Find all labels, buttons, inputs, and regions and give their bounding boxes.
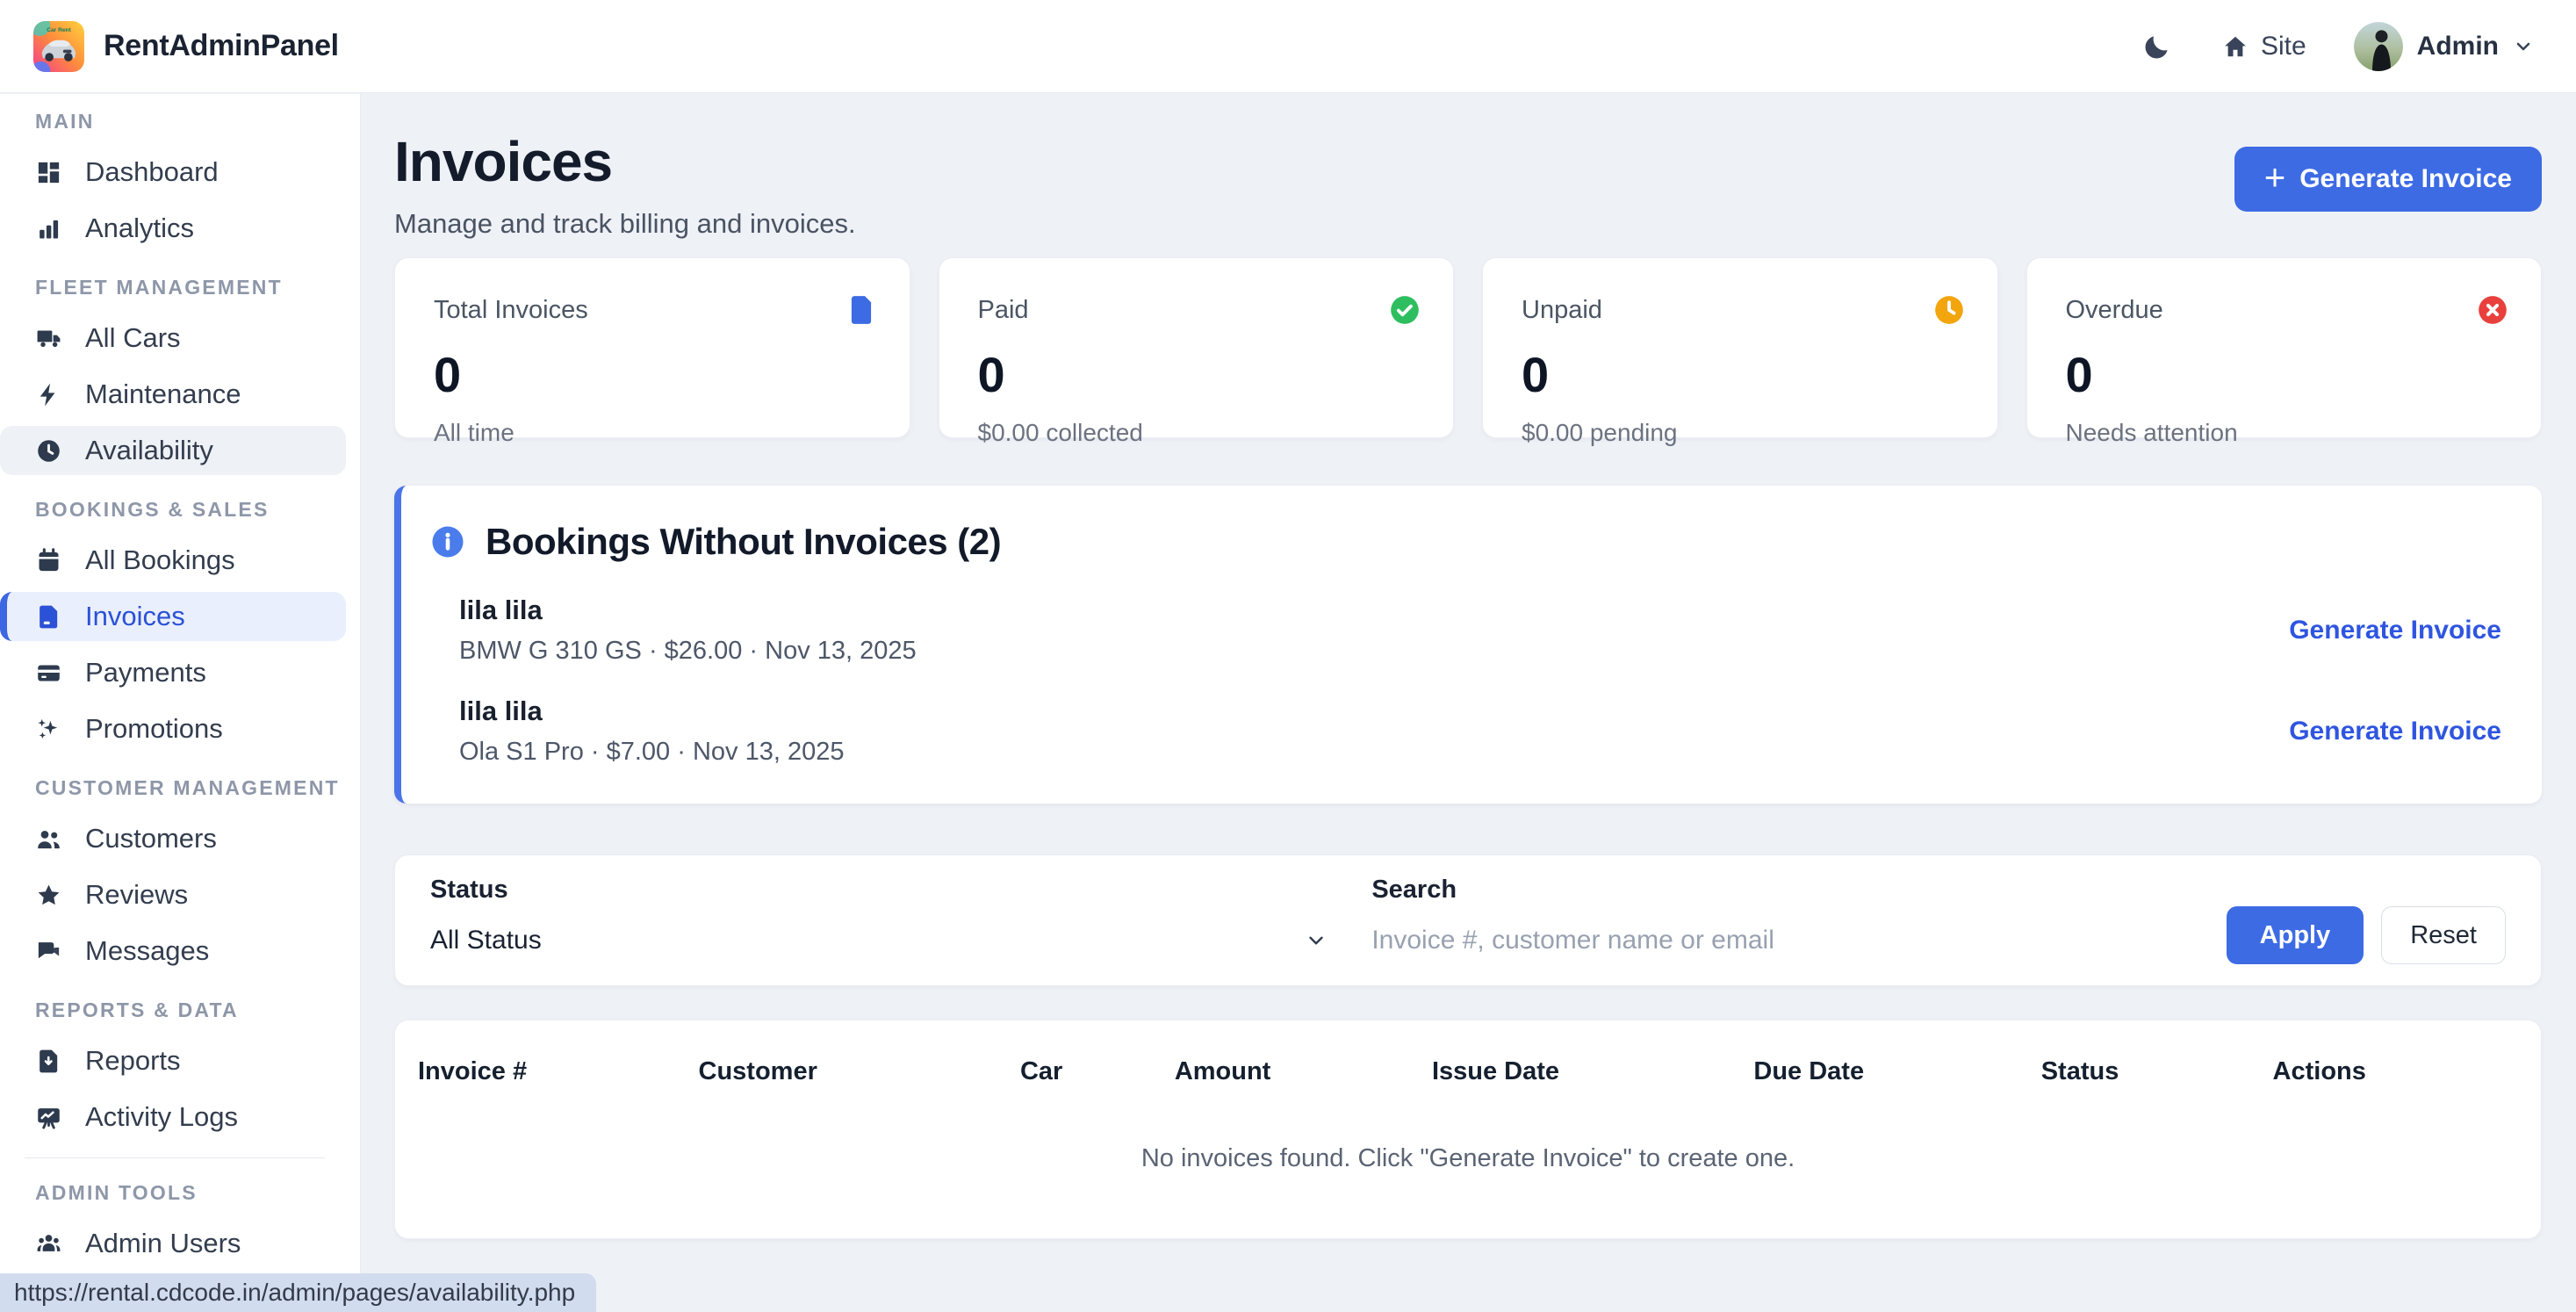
stat-card-overdue: Overdue 0 Needs attention bbox=[2026, 257, 2543, 438]
column-header-customer: Customer bbox=[699, 1057, 1020, 1086]
sidebar-section-customers: CUSTOMER MANAGEMENT bbox=[35, 776, 360, 800]
report-file-icon bbox=[35, 1048, 62, 1075]
booking-details: Ola S1 Pro · $7.00 · Nov 13, 2025 bbox=[459, 738, 844, 767]
invoice-file-icon bbox=[35, 603, 62, 631]
sidebar: MAIN Dashboard Analytics FLEET MANAGEMEN… bbox=[0, 94, 361, 1312]
bolt-icon bbox=[35, 381, 62, 408]
booking-row: lila lila Ola S1 Pro · $7.00 · Nov 13, 2… bbox=[459, 696, 2501, 767]
invoices-table: Invoice # Customer Car Amount Issue Date… bbox=[394, 1020, 2542, 1239]
page-title: Invoices bbox=[394, 129, 856, 194]
plus-icon: + bbox=[2264, 159, 2286, 196]
sidebar-item-reviews[interactable]: Reviews bbox=[0, 870, 346, 919]
invoice-file-icon bbox=[845, 293, 878, 327]
generate-invoice-button[interactable]: + Generate Invoice bbox=[2234, 147, 2542, 212]
sidebar-item-messages[interactable]: Messages bbox=[0, 926, 346, 976]
check-circle-icon bbox=[1388, 293, 1421, 327]
chevron-down-icon bbox=[1305, 929, 1328, 952]
sidebar-item-activity-logs[interactable]: Activity Logs bbox=[0, 1092, 346, 1142]
dark-mode-toggle[interactable] bbox=[2140, 29, 2175, 64]
booking-details: BMW G 310 GS · $26.00 · Nov 13, 2025 bbox=[459, 637, 917, 666]
sidebar-section-reports: REPORTS & DATA bbox=[35, 998, 360, 1022]
column-header-amount: Amount bbox=[1175, 1057, 1432, 1086]
clock-icon bbox=[35, 437, 62, 465]
sidebar-item-maintenance[interactable]: Maintenance bbox=[0, 370, 346, 419]
sidebar-item-reports[interactable]: Reports bbox=[0, 1036, 346, 1085]
sidebar-item-dashboard[interactable]: Dashboard bbox=[0, 148, 346, 197]
home-icon bbox=[2222, 33, 2249, 60]
app-logo-icon: Car Rent bbox=[33, 21, 84, 72]
stat-card-unpaid: Unpaid 0 $0.00 pending bbox=[1482, 257, 1998, 438]
bookings-panel-title: Bookings Without Invoices (2) bbox=[486, 521, 1001, 563]
sidebar-divider bbox=[25, 1157, 325, 1158]
sidebar-item-payments[interactable]: Payments bbox=[0, 648, 346, 697]
svg-text:Car Rent: Car Rent bbox=[47, 27, 71, 33]
sidebar-section-main: MAIN bbox=[35, 110, 360, 133]
search-input[interactable] bbox=[1371, 924, 2187, 957]
bar-chart-icon bbox=[35, 215, 62, 242]
brand: Car Rent RentAdminPanel bbox=[33, 21, 339, 72]
moon-icon bbox=[2142, 32, 2172, 61]
status-filter-label: Status bbox=[430, 876, 1333, 905]
link-preview-statusbar: https://rental.cdcode.in/admin/pages/ava… bbox=[0, 1273, 596, 1312]
booking-customer-name: lila lila bbox=[459, 696, 844, 727]
sidebar-item-all-bookings[interactable]: All Bookings bbox=[0, 536, 346, 585]
booking-customer-name: lila lila bbox=[459, 595, 917, 626]
user-menu[interactable]: Admin bbox=[2354, 22, 2534, 71]
stat-card-paid: Paid 0 $0.00 collected bbox=[939, 257, 1455, 438]
people-group-icon bbox=[35, 1230, 62, 1258]
column-header-due-date: Due Date bbox=[1753, 1057, 2040, 1086]
table-empty-message: No invoices found. Click "Generate Invoi… bbox=[418, 1144, 2518, 1173]
chevron-down-icon bbox=[2513, 36, 2534, 57]
booking-row: lila lila BMW G 310 GS · $26.00 · Nov 13… bbox=[459, 595, 2501, 666]
site-link[interactable]: Site bbox=[2222, 32, 2306, 61]
generate-invoice-link[interactable]: Generate Invoice bbox=[2289, 616, 2501, 645]
stats-row: Total Invoices 0 All time Paid 0 $0.00 c… bbox=[394, 257, 2542, 438]
sidebar-item-invoices[interactable]: Invoices bbox=[0, 592, 346, 641]
stat-card-total-invoices: Total Invoices 0 All time bbox=[394, 257, 910, 438]
sidebar-item-customers[interactable]: Customers bbox=[0, 814, 346, 863]
column-header-invoice-number: Invoice # bbox=[418, 1057, 699, 1086]
sidebar-item-admin-users[interactable]: Admin Users bbox=[0, 1219, 346, 1268]
vehicle-icon bbox=[35, 325, 62, 352]
user-name: Admin bbox=[2417, 32, 2499, 61]
info-icon bbox=[429, 523, 466, 560]
sidebar-section-fleet: FLEET MANAGEMENT bbox=[35, 276, 360, 299]
sidebar-item-all-cars[interactable]: All Cars bbox=[0, 314, 346, 363]
table-header-row: Invoice # Customer Car Amount Issue Date… bbox=[418, 1057, 2518, 1086]
credit-card-icon bbox=[35, 660, 62, 687]
main-content: Invoices Manage and track billing and in… bbox=[362, 94, 2576, 1312]
sidebar-item-availability[interactable]: Availability bbox=[0, 426, 346, 475]
sparkles-icon bbox=[35, 716, 62, 743]
generate-invoice-link[interactable]: Generate Invoice bbox=[2289, 717, 2501, 746]
people-icon bbox=[35, 825, 62, 853]
calendar-icon bbox=[35, 547, 62, 574]
avatar bbox=[2354, 22, 2403, 71]
sidebar-section-bookings: BOOKINGS & SALES bbox=[35, 498, 360, 522]
bookings-without-invoices-panel: Bookings Without Invoices (2) lila lila … bbox=[394, 486, 2542, 804]
status-select[interactable]: All Status bbox=[430, 924, 1333, 957]
clock-icon bbox=[1932, 293, 1966, 327]
column-header-car: Car bbox=[1020, 1057, 1175, 1086]
site-label: Site bbox=[2261, 32, 2306, 61]
dashboard-icon bbox=[35, 159, 62, 186]
activity-board-icon bbox=[35, 1104, 62, 1131]
sidebar-section-admin: ADMIN TOOLS bbox=[35, 1181, 360, 1205]
top-header: Car Rent RentAdminPanel Site bbox=[0, 0, 2576, 93]
star-icon bbox=[35, 882, 62, 909]
column-header-status: Status bbox=[2041, 1057, 2273, 1086]
reset-button[interactable]: Reset bbox=[2381, 906, 2506, 964]
search-filter-label: Search bbox=[1371, 876, 2187, 905]
sidebar-item-analytics[interactable]: Analytics bbox=[0, 204, 346, 253]
column-header-actions: Actions bbox=[2273, 1057, 2518, 1086]
app-title: RentAdminPanel bbox=[104, 29, 339, 63]
x-circle-icon bbox=[2476, 293, 2509, 327]
chat-bubbles-icon bbox=[35, 938, 62, 965]
apply-button[interactable]: Apply bbox=[2227, 906, 2364, 964]
sidebar-item-promotions[interactable]: Promotions bbox=[0, 704, 346, 753]
filter-bar: Status All Status Search Apply Reset bbox=[394, 854, 2542, 986]
page-subtitle: Manage and track billing and invoices. bbox=[394, 208, 856, 240]
column-header-issue-date: Issue Date bbox=[1432, 1057, 1753, 1086]
